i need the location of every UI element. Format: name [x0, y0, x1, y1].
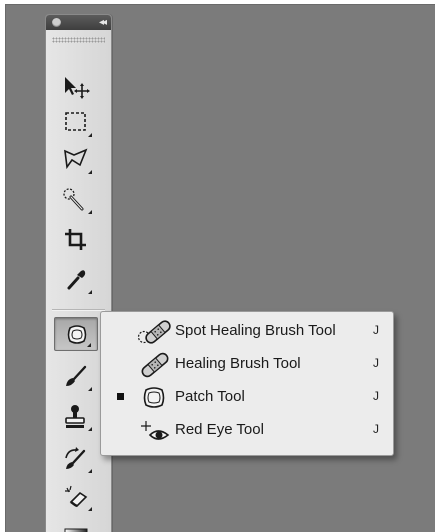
brush-tool-button[interactable]	[54, 360, 98, 394]
eyedropper-icon	[67, 270, 86, 290]
stamp-icon	[65, 405, 85, 428]
close-button[interactable]	[52, 18, 61, 27]
active-tool-indicator	[117, 393, 124, 400]
menu-item-healing-brush[interactable]: Healing Brush Tool J	[101, 348, 393, 380]
submenu-indicator	[88, 507, 92, 511]
collapse-button[interactable]: ◂◂	[99, 16, 107, 29]
healing-tool-button[interactable]	[54, 317, 98, 351]
quick-selection-tool-button[interactable]	[54, 183, 98, 217]
menu-item-spot-healing-brush[interactable]: Spot Healing Brush Tool J	[101, 315, 393, 347]
clone-stamp-tool-button[interactable]	[54, 400, 98, 434]
gradient-tool-button[interactable]	[54, 521, 98, 532]
submenu-indicator	[88, 133, 92, 137]
menu-item-patch[interactable]: Patch Tool J	[101, 381, 393, 413]
tool-separator	[52, 309, 105, 311]
spot-healing-brush-icon	[137, 320, 171, 344]
history-brush-icon	[65, 447, 86, 469]
submenu-indicator	[88, 387, 92, 391]
submenu-indicator	[87, 343, 91, 347]
workspace-canvas: ◂◂ Spot Healing Brush Tool J Healing Bru…	[5, 4, 435, 532]
patch-icon	[143, 387, 165, 408]
menu-item-shortcut: J	[373, 389, 379, 403]
move-icon	[65, 77, 90, 99]
menu-item-red-eye[interactable]: Red Eye Tool J	[101, 414, 393, 446]
crop-icon	[65, 229, 86, 250]
lasso-tool-button[interactable]	[54, 143, 98, 177]
menu-item-shortcut: J	[373, 356, 379, 370]
healing-brush-icon	[141, 352, 169, 378]
quick-selection-icon	[63, 188, 84, 211]
submenu-indicator	[88, 290, 92, 294]
menu-item-label: Healing Brush Tool	[175, 355, 301, 372]
submenu-indicator	[88, 469, 92, 473]
eraser-icon	[65, 485, 88, 508]
submenu-indicator	[88, 427, 92, 431]
menu-item-shortcut: J	[373, 422, 379, 436]
move-tool-button[interactable]	[54, 71, 98, 105]
panel-grip[interactable]	[52, 37, 105, 43]
rect-marquee-icon	[65, 112, 86, 131]
history-brush-tool-button[interactable]	[54, 442, 98, 476]
crop-tool-button[interactable]	[54, 223, 98, 257]
panel-titlebar[interactable]: ◂◂	[46, 15, 111, 30]
healing-tools-flyout-menu: Spot Healing Brush Tool J Healing Brush …	[100, 311, 394, 456]
submenu-indicator	[88, 170, 92, 174]
red-eye-icon	[141, 421, 170, 440]
marquee-tool-button[interactable]	[54, 106, 98, 140]
menu-item-label: Patch Tool	[175, 388, 245, 405]
submenu-indicator	[88, 210, 92, 214]
eraser-tool-button[interactable]	[54, 480, 98, 514]
polygonal-lasso-icon	[64, 148, 88, 170]
gradient-icon	[64, 528, 88, 532]
menu-item-shortcut: J	[373, 323, 379, 337]
menu-item-label: Red Eye Tool	[175, 421, 264, 438]
brush-icon	[66, 365, 87, 386]
eyedropper-tool-button[interactable]	[54, 263, 98, 297]
menu-item-label: Spot Healing Brush Tool	[175, 322, 336, 339]
